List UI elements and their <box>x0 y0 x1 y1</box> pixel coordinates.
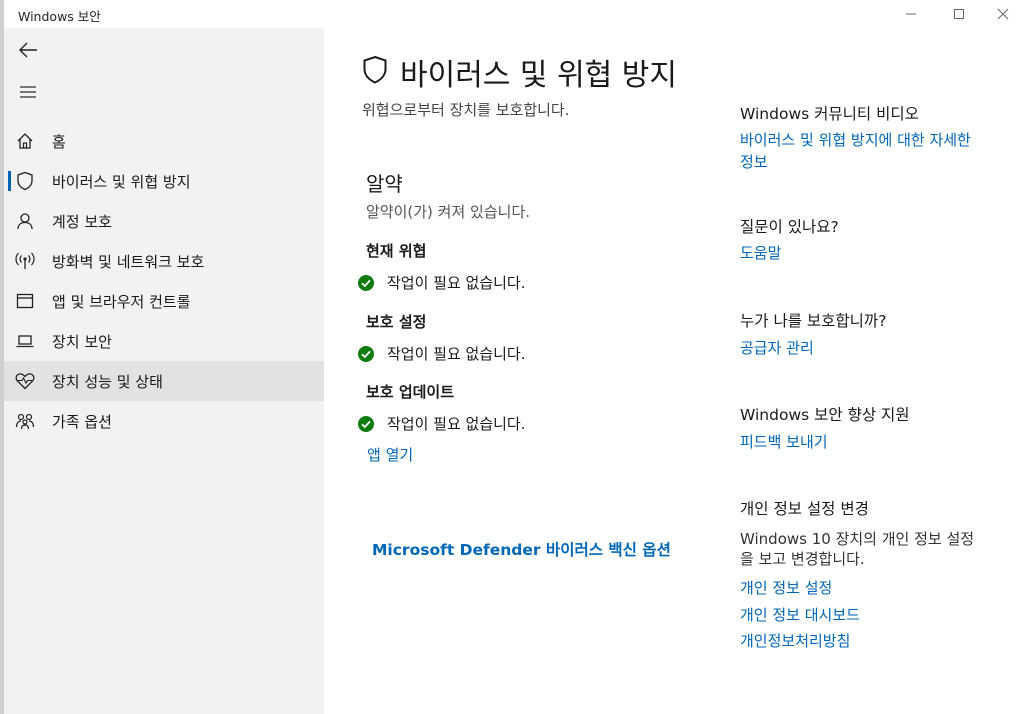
window-title: Windows 보안 <box>18 9 101 24</box>
sidebar-item-virus-protection[interactable]: 바이러스 및 위협 방지 <box>4 161 324 201</box>
maximize-button[interactable] <box>936 2 982 26</box>
sidebar-item-label: 홈 <box>52 132 66 151</box>
hamburger-menu-button[interactable] <box>10 78 46 106</box>
manage-providers-link[interactable]: 공급자 관리 <box>740 337 814 358</box>
community-video-link-line2: 정보 <box>740 153 768 171</box>
back-button[interactable] <box>10 36 46 64</box>
protector-heading: 누가 나를 보호합니까? <box>740 312 887 330</box>
protection-settings-status: 작업이 필요 없습니다. <box>358 343 526 364</box>
defender-antivirus-options-link[interactable]: Microsoft Defender 바이러스 백신 옵션 <box>372 538 671 560</box>
person-icon <box>14 210 36 232</box>
close-icon <box>997 8 1009 20</box>
sidebar-item-device-security[interactable]: 장치 보안 <box>4 321 324 361</box>
question-heading: 질문이 있나요? <box>740 218 839 236</box>
hamburger-menu-icon <box>20 86 36 98</box>
privacy-statement-link[interactable]: 개인정보처리방침 <box>740 630 850 651</box>
community-video-link-line1: 바이러스 및 위협 방지에 대한 자세한 <box>740 131 971 149</box>
community-video-link[interactable]: 바이러스 및 위협 방지에 대한 자세한 정보 <box>740 129 971 172</box>
page-header: 바이러스 및 위협 방지 <box>362 50 677 94</box>
sidebar-item-label: 계정 보호 <box>52 212 112 231</box>
status-text: 작업이 필요 없습니다. <box>387 345 526 363</box>
sidebar-item-account-protection[interactable]: 계정 보호 <box>4 201 324 241</box>
status-text: 작업이 필요 없습니다. <box>387 415 526 433</box>
privacy-description: Windows 10 장치의 개인 정보 설정을 보고 변경합니다. <box>740 530 975 568</box>
current-threats-heading: 현재 위협 <box>366 242 427 260</box>
summary-description: 알약이(가) 켜져 있습니다. <box>366 203 531 221</box>
current-threats-status: 작업이 필요 없습니다. <box>358 272 526 293</box>
protection-updates-heading: 보호 업데이트 <box>366 383 455 401</box>
back-arrow-icon <box>19 42 37 58</box>
shield-icon <box>14 170 36 192</box>
send-feedback-link[interactable]: 피드백 보내기 <box>740 431 828 452</box>
app-window-icon <box>14 290 36 312</box>
shield-icon <box>362 55 388 89</box>
community-videos-heading: Windows 커뮤니티 비디오 <box>740 105 919 123</box>
sidebar: 홈 바이러스 및 위협 방지 계정 보호 방화벽 및 네트워크 보호 앱 및 브… <box>4 28 324 714</box>
page-subtitle: 위협으로부터 장치를 보호합니다. <box>362 101 570 119</box>
sidebar-item-device-health[interactable]: 장치 성능 및 상태 <box>4 361 324 401</box>
heart-icon <box>14 370 36 392</box>
minimize-icon <box>906 13 916 15</box>
selected-indicator <box>8 171 11 191</box>
maximize-icon <box>954 9 964 19</box>
title-bar: Windows 보안 <box>4 0 1024 28</box>
family-icon <box>14 410 36 432</box>
help-link[interactable]: 도움말 <box>740 242 781 263</box>
privacy-heading: 개인 정보 설정 변경 <box>740 500 869 518</box>
check-circle-icon <box>358 345 374 362</box>
privacy-dashboard-link[interactable]: 개인 정보 대시보드 <box>740 604 860 625</box>
sidebar-item-app-browser-control[interactable]: 앱 및 브라우저 컨트롤 <box>4 281 324 321</box>
sidebar-item-label: 장치 보안 <box>52 332 112 351</box>
sidebar-item-label: 방화벽 및 네트워크 보호 <box>52 252 205 271</box>
sidebar-item-label: 가족 옵션 <box>52 412 112 431</box>
minimize-button[interactable] <box>888 2 934 26</box>
sidebar-item-home[interactable]: 홈 <box>4 121 324 161</box>
open-app-link[interactable]: 앱 열기 <box>367 444 413 465</box>
page-title: 바이러스 및 위협 방지 <box>400 58 678 93</box>
sidebar-item-label: 앱 및 브라우저 컨트롤 <box>52 292 191 311</box>
wireless-icon <box>14 250 36 272</box>
sidebar-item-family-options[interactable]: 가족 옵션 <box>4 401 324 441</box>
status-text: 작업이 필요 없습니다. <box>387 274 526 292</box>
summary-title: 알약 <box>366 172 403 196</box>
main-content: 바이러스 및 위협 방지 위협으로부터 장치를 보호합니다. 알약 알약이(가)… <box>324 28 1024 714</box>
sidebar-item-firewall[interactable]: 방화벽 및 네트워크 보호 <box>4 241 324 281</box>
close-button[interactable] <box>980 2 1024 26</box>
sidebar-item-label: 장치 성능 및 상태 <box>52 372 163 391</box>
check-circle-icon <box>358 274 374 291</box>
privacy-settings-link[interactable]: 개인 정보 설정 <box>740 577 832 598</box>
laptop-icon <box>14 330 36 352</box>
improve-heading: Windows 보안 향상 지원 <box>740 406 910 424</box>
sidebar-item-label: 바이러스 및 위협 방지 <box>52 172 191 191</box>
check-circle-icon <box>358 415 374 432</box>
protection-updates-status: 작업이 필요 없습니다. <box>358 413 526 434</box>
protection-settings-heading: 보호 설정 <box>366 313 427 331</box>
home-icon <box>14 130 36 152</box>
